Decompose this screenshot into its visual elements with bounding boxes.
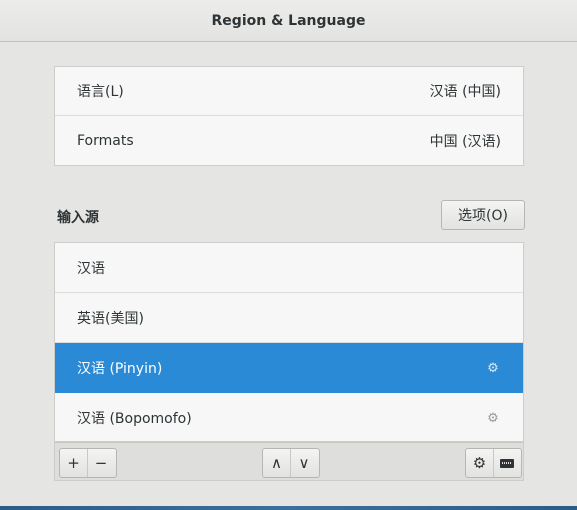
formats-row-label: Formats <box>77 132 134 149</box>
input-source-item[interactable]: 汉语 (Bopomofo) ⚙ <box>55 393 523 443</box>
language-row-value: 汉语 (中国) <box>429 84 501 100</box>
desktop-edge <box>0 506 577 510</box>
input-source-label: 汉语 (Pinyin) <box>77 361 163 377</box>
keyboard-icon <box>500 458 514 468</box>
input-settings-button[interactable]: ⚙ <box>466 449 493 477</box>
show-keyboard-layout-button[interactable] <box>493 449 520 477</box>
move-up-button[interactable]: ∧ <box>263 449 290 477</box>
input-sources-toolbar: + − ∧ ∨ ⚙ <box>54 442 524 481</box>
input-source-item-selected[interactable]: 汉语 (Pinyin) ⚙ <box>55 343 523 393</box>
main-content: 语言(L) 汉语 (中国) Formats 中国 (汉语) 输入源 选项(O) … <box>0 42 577 506</box>
gear-icon[interactable]: ⚙ <box>485 360 501 376</box>
input-source-item[interactable]: 汉语 <box>55 243 523 293</box>
settings-group: ⚙ <box>465 448 522 478</box>
input-source-label: 英语(美国) <box>77 310 144 327</box>
remove-button[interactable]: − <box>87 449 114 477</box>
window-title: Region & Language <box>0 0 577 42</box>
move-down-button[interactable]: ∨ <box>290 449 317 477</box>
gear-icon[interactable]: ⚙ <box>485 410 501 426</box>
formats-row-value: 中国 (汉语) <box>429 133 501 150</box>
add-remove-group: + − <box>59 448 117 478</box>
gear-icon: ⚙ <box>472 454 487 472</box>
input-sources-heading: 输入源 <box>57 210 99 226</box>
add-button[interactable]: + <box>60 449 87 477</box>
input-source-label: 汉语 <box>77 260 105 277</box>
language-row-label: 语言(L) <box>77 84 124 100</box>
input-source-label: 汉语 (Bopomofo) <box>77 411 192 427</box>
formats-row[interactable]: Formats 中国 (汉语) <box>55 116 523 165</box>
move-group: ∧ ∨ <box>262 448 320 478</box>
language-row[interactable]: 语言(L) 汉语 (中国) <box>55 67 523 116</box>
language-panel: 语言(L) 汉语 (中国) Formats 中国 (汉语) <box>54 66 524 166</box>
input-source-item[interactable]: 英语(美国) <box>55 293 523 343</box>
options-button[interactable]: 选项(O) <box>441 200 525 230</box>
input-sources-list: 汉语 英语(美国) 汉语 (Pinyin) ⚙ 汉语 (Bopomofo) ⚙ <box>54 242 524 442</box>
